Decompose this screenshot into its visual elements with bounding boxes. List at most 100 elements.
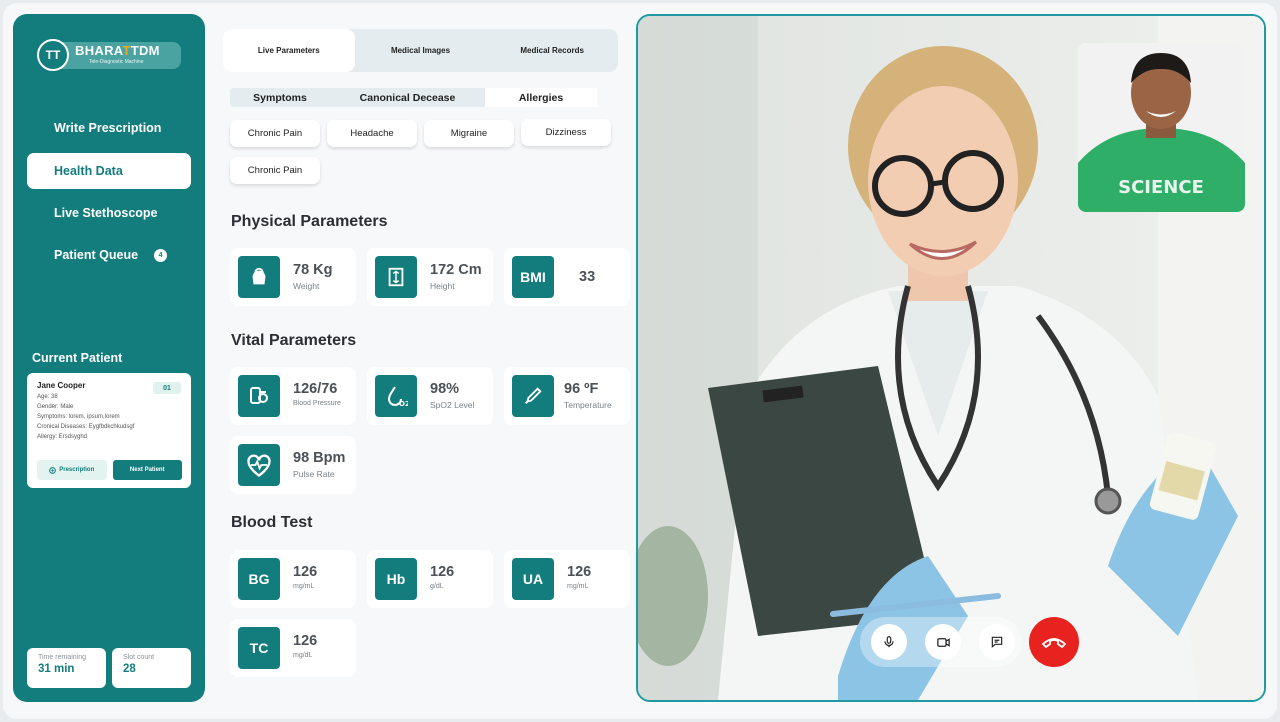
spo2-card: O2 98% SpO2 Level [367, 367, 493, 425]
bg-badge: BG [238, 558, 280, 600]
sidebar-item-live-stethoscope[interactable]: Live Stethoscope [27, 195, 191, 231]
camera-icon [936, 637, 950, 647]
temperature-label: Temperature [564, 400, 612, 410]
chip-migraine[interactable]: Migraine [424, 120, 514, 147]
chip-dizziness[interactable]: Dizziness [521, 119, 611, 146]
blood-pressure-card: 126/76 Blood Pressure [230, 367, 356, 425]
patient-pip-video[interactable]: SCIENCE [1078, 43, 1245, 212]
blood-test-title: Blood Test [231, 514, 313, 531]
svg-text:O2: O2 [399, 400, 408, 408]
end-call-button[interactable] [1029, 617, 1079, 667]
patient-chronic: Cronical Diseases: Eygfbdkchkudsgf [37, 424, 135, 430]
chat-icon [991, 636, 1003, 648]
chip-chronic-pain[interactable]: Chronic Pain [230, 120, 320, 147]
tab-medical-images[interactable]: Medical Images [355, 29, 487, 72]
vital-parameters-title: Vital Parameters [231, 332, 357, 349]
tc-value: 126 [293, 633, 318, 649]
patient-allergy: Allergy: Ersdsyghd [37, 434, 88, 440]
chip-headache[interactable]: Headache [327, 120, 417, 147]
hb-badge: Hb [375, 558, 417, 600]
ua-badge: UA [512, 558, 554, 600]
prescription-button[interactable]: Prescription [37, 460, 107, 480]
call-controls-bar [860, 617, 1022, 667]
sub-tabs: Symptoms Canonical Decease Allergies [230, 88, 597, 107]
bg-value: 126 [293, 564, 318, 580]
temperature-card: 96 ºF Temperature [504, 367, 630, 425]
slot-count-label: Slot count [123, 654, 155, 661]
chip-chronic-pain-2[interactable]: Chronic Pain [230, 157, 320, 184]
spo2-label: SpO2 Level [430, 400, 475, 410]
blood-pressure-value: 126/76 [293, 381, 338, 397]
kettlebell-icon [238, 256, 280, 298]
blood-pressure-label: Blood Pressure [293, 400, 341, 407]
camera-button[interactable] [925, 624, 961, 660]
bmi-card: BMI 33 [504, 248, 630, 306]
patient-gender: Gender: Male [37, 404, 74, 410]
patient-video-image: SCIENCE [1078, 43, 1245, 212]
weight-label: Weight [293, 281, 320, 291]
height-value: 172 Cm [430, 262, 482, 278]
bmi-value: 33 [579, 269, 596, 285]
height-label: Height [430, 281, 455, 291]
pulse-card: 98 Bpm Pulse Rate [230, 436, 356, 494]
slot-count-value: 28 [123, 663, 136, 675]
heartbeat-icon [238, 444, 280, 486]
tc-unit: mg/dL [293, 652, 313, 659]
patient-symptoms: Symptoms: lorem, ipsum,lorem [37, 414, 120, 420]
mute-button[interactable] [871, 624, 907, 660]
logo-pill: BHARATTDM Tele-Diagnostic Machine [55, 42, 181, 69]
tc-card: TC 126 mg/dL [230, 619, 356, 677]
subtab-canonical-decease[interactable]: Canonical Decease [330, 88, 485, 107]
bg-card: BG 126 mg/mL [230, 550, 356, 608]
hb-unit: g/dL [430, 583, 444, 590]
pip-shirt-text: SCIENCE [1118, 177, 1204, 198]
current-patient-title: Current Patient [32, 351, 123, 365]
sidebar-item-write-prescription[interactable]: Write Prescription [27, 110, 191, 146]
bg-unit: mg/mL [293, 583, 315, 590]
subtab-allergies[interactable]: Allergies [485, 88, 597, 107]
patient-age: Age: 38 [37, 394, 58, 400]
microphone-icon [884, 636, 894, 648]
logo-initials: TT [37, 39, 69, 71]
prescription-icon [49, 466, 57, 474]
pulse-value: 98 Bpm [293, 450, 346, 466]
weight-value: 78 Kg [293, 262, 333, 278]
spo2-value: 98% [430, 381, 460, 397]
time-remaining-value: 31 min [38, 663, 75, 675]
sidebar: TT BHARATTDM Tele-Diagnostic Machine Wri… [13, 14, 205, 702]
physical-parameters-title: Physical Parameters [231, 213, 388, 230]
thermometer-icon [512, 375, 554, 417]
tab-medical-records[interactable]: Medical Records [486, 29, 618, 72]
pulse-label: Pulse Rate [293, 469, 335, 479]
sidebar-item-health-data[interactable]: Health Data [27, 153, 191, 189]
end-call-icon [1041, 638, 1067, 649]
ua-unit: mg/mL [567, 583, 589, 590]
oxygen-drop-icon: O2 [375, 375, 417, 417]
brand-name: BHARATTDM [75, 43, 160, 58]
current-patient-card: Jane Cooper 01 Age: 38 Gender: Male Symp… [27, 373, 191, 488]
sidebar-item-patient-queue[interactable]: Patient Queue 4 [27, 237, 191, 273]
height-card: 172 Cm Height [367, 248, 493, 306]
hb-value: 126 [430, 564, 455, 580]
next-patient-button[interactable]: Next Patient [112, 460, 182, 480]
main-tabs: Live Parameters Medical Images Medical R… [223, 29, 618, 72]
temperature-value: 96 ºF [564, 381, 599, 397]
brand-tagline: Tele-Diagnostic Machine [89, 59, 144, 65]
weight-card: 78 Kg Weight [230, 248, 356, 306]
brand-logo: TT BHARATTDM Tele-Diagnostic Machine [37, 39, 195, 85]
hb-card: Hb 126 g/dL [367, 550, 493, 608]
tc-badge: TC [238, 627, 280, 669]
tab-live-parameters[interactable]: Live Parameters [223, 29, 355, 72]
ruler-icon [375, 256, 417, 298]
patient-number: 01 [153, 382, 181, 394]
ua-card: UA 126 mg/mL [504, 550, 630, 608]
subtab-symptoms[interactable]: Symptoms [230, 88, 330, 107]
time-remaining-label: Time remaining [38, 654, 86, 661]
bmi-badge: BMI [512, 256, 554, 298]
slot-count: Slot count 28 [112, 648, 191, 688]
ua-value: 126 [567, 564, 592, 580]
chat-button[interactable] [979, 624, 1015, 660]
time-remaining: Time remaining 31 min [27, 648, 106, 688]
queue-count-badge: 4 [154, 248, 168, 262]
blood-pressure-icon [238, 375, 280, 417]
